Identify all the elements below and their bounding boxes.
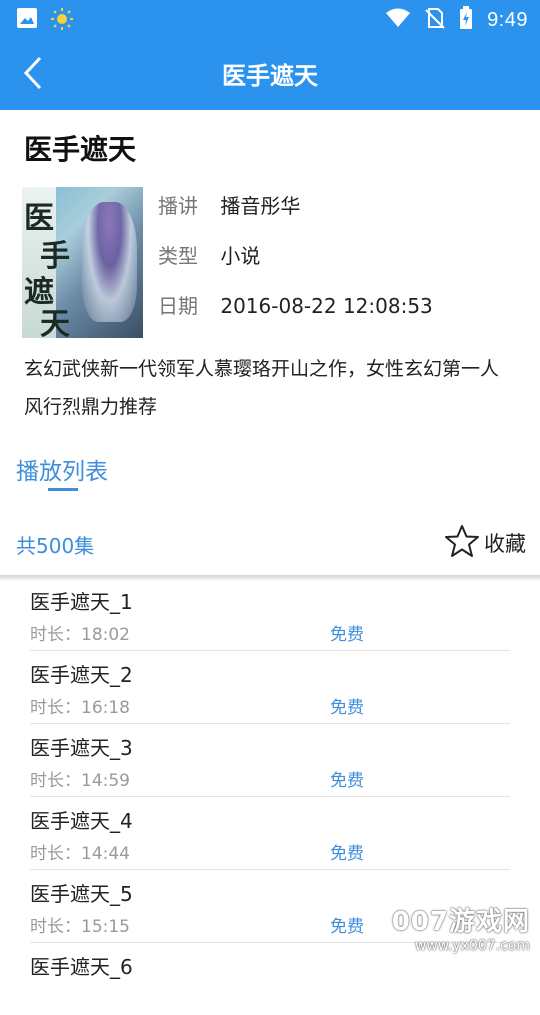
status-bar: 9:49	[0, 0, 540, 36]
list-item[interactable]: 医手遮天_2 时长：16:18 免费	[30, 651, 510, 724]
episode-count: 共500集	[16, 534, 95, 558]
watermark: 007游戏网 www.yx007.com	[392, 901, 530, 954]
image-icon	[16, 7, 38, 35]
meta-type: 类型 小说	[158, 240, 260, 269]
watermark-title: 007游戏网	[391, 907, 530, 937]
no-sim-icon	[425, 7, 445, 33]
episode-duration: 时长：18:02	[30, 625, 130, 645]
episode-price: 免费	[330, 844, 364, 864]
episode-name: 医手遮天_2	[30, 663, 133, 687]
episode-price: 免费	[330, 698, 364, 718]
favorite-label: 收藏	[484, 532, 526, 556]
app-header: 医手遮天	[0, 36, 540, 110]
episode-price: 免费	[330, 917, 364, 937]
episode-price: 免费	[330, 771, 364, 791]
wifi-icon	[385, 8, 411, 32]
cover-glyph: 天	[40, 307, 70, 338]
book-title: 医手遮天	[24, 133, 137, 166]
meta-value: 播音彤华	[220, 194, 301, 218]
meta-date: 日期 2016-08-22 12:08:53	[158, 290, 433, 319]
meta-label: 类型	[158, 244, 198, 268]
meta-label: 日期	[158, 294, 198, 318]
episode-price: 免费	[330, 625, 364, 645]
episode-name: 医手遮天_6	[30, 955, 133, 979]
tab-indicator	[48, 488, 78, 491]
status-time: 9:49	[487, 8, 528, 31]
episode-duration: 时长：16:18	[30, 698, 130, 718]
episode-name: 医手遮天_5	[30, 882, 133, 906]
episode-name: 医手遮天_3	[30, 736, 133, 760]
watermark-url: www.yx007.com	[414, 938, 530, 954]
episode-duration: 时长：14:59	[30, 771, 130, 791]
episode-duration: 时长：15:15	[30, 917, 130, 937]
list-item[interactable]: 医手遮天_3 时长：14:59 免费	[30, 724, 510, 797]
sun-icon	[50, 7, 74, 35]
meta-label: 播讲	[158, 194, 198, 218]
battery-charging-icon	[459, 6, 473, 34]
book-cover: 医 手 遮 天	[22, 187, 143, 338]
meta-value: 2016-08-22 12:08:53	[220, 294, 433, 318]
page-title: 医手遮天	[222, 62, 318, 90]
episode-duration: 时长：14:44	[30, 844, 130, 864]
star-icon	[444, 523, 480, 563]
list-item[interactable]: 医手遮天_4 时长：14:44 免费	[30, 797, 510, 870]
tab-playlist[interactable]: 播放列表	[16, 452, 108, 486]
list-item[interactable]: 医手遮天_1 时长：18:02 免费	[30, 578, 510, 651]
favorite-button[interactable]: 收藏	[444, 523, 526, 563]
meta-narrator: 播讲 播音彤华	[158, 190, 300, 219]
episode-name: 医手遮天_1	[30, 590, 133, 614]
episode-name: 医手遮天_4	[30, 809, 133, 833]
book-description: 玄幻武侠新一代领军人慕璎珞开山之作，女性玄幻第一人风行烈鼎力推荐	[24, 358, 500, 418]
meta-value: 小说	[220, 244, 261, 268]
